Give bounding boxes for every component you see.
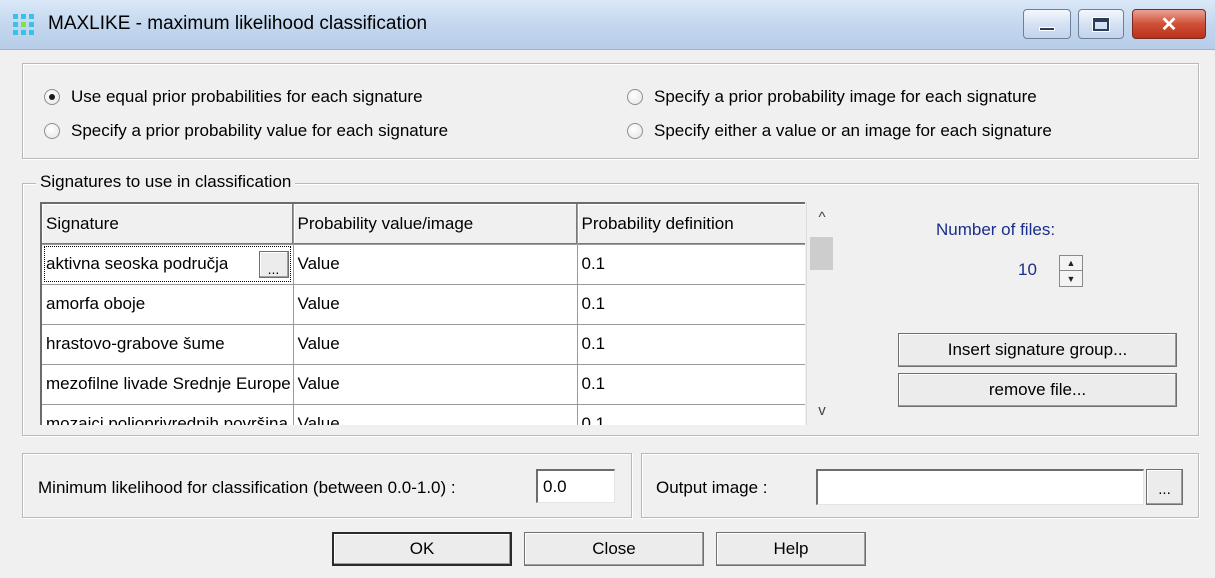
radio-prior-image[interactable]: Specify a prior probability image for ea… xyxy=(627,87,1037,107)
radio-button-selected[interactable] xyxy=(44,89,60,105)
close-icon: ✕ xyxy=(1160,13,1178,36)
prior-options-group xyxy=(22,63,1199,159)
signatures-group-label: Signatures to use in classification xyxy=(36,172,296,192)
scrollbar-thumb[interactable] xyxy=(810,237,833,270)
number-of-files-label: Number of files: xyxy=(936,220,1056,239)
number-of-files-spinner[interactable]: ▲ ▼ xyxy=(1059,255,1083,287)
window-title: MAXLIKE - maximum likelihood classificat… xyxy=(48,13,428,34)
signature-cell[interactable]: hrastovo-grabove šume xyxy=(42,324,294,365)
probability-type-cell[interactable]: Value xyxy=(293,364,578,405)
radio-label: Specify a prior probability value for ea… xyxy=(71,121,449,140)
probability-type-cell[interactable]: Value xyxy=(293,284,578,325)
radio-equal-priors[interactable]: Use equal prior probabilities for each s… xyxy=(44,87,423,107)
output-image-input[interactable] xyxy=(816,469,1144,505)
minimize-icon xyxy=(1039,27,1055,31)
radio-prior-value[interactable]: Specify a prior probability value for ea… xyxy=(44,121,448,141)
title-bar[interactable]: MAXLIKE - maximum likelihood classificat… xyxy=(0,0,1215,50)
table-row[interactable]: amorfa oboje Value 0.1 xyxy=(42,284,805,325)
remove-file-button[interactable]: remove file... xyxy=(898,373,1177,407)
maximize-icon xyxy=(1092,16,1110,32)
radio-value-or-image[interactable]: Specify either a value or an image for e… xyxy=(627,121,1052,141)
close-window-button[interactable]: ✕ xyxy=(1132,9,1206,39)
number-of-files-value: 10 xyxy=(1018,260,1037,279)
table-row[interactable]: hrastovo-grabove šume Value 0.1 xyxy=(42,324,805,365)
table-row[interactable]: mozaici poljoprivrednih površina Value 0… xyxy=(42,404,805,425)
spin-up-icon[interactable]: ▲ xyxy=(1060,256,1082,271)
min-likelihood-input[interactable] xyxy=(536,469,615,503)
min-likelihood-label: Minimum likelihood for classification (b… xyxy=(38,478,456,497)
probability-type-cell[interactable]: Value xyxy=(293,404,578,425)
probability-definition-cell[interactable]: 0.1 xyxy=(577,284,805,325)
signature-cell[interactable]: mozaici poljoprivrednih površina xyxy=(42,404,294,425)
radio-label: Specify either a value or an image for e… xyxy=(654,121,1052,140)
column-header-probability-value[interactable]: Probability value/image xyxy=(293,204,578,245)
probability-definition-cell[interactable]: 0.1 xyxy=(577,404,805,425)
radio-label: Specify a prior probability image for ea… xyxy=(654,87,1037,106)
minimize-button[interactable] xyxy=(1023,9,1071,39)
column-header-signature[interactable]: Signature xyxy=(42,204,294,245)
signature-browse-button[interactable]: ... xyxy=(258,250,289,278)
probability-definition-cell[interactable]: 0.1 xyxy=(577,364,805,405)
scroll-up-arrow-icon[interactable]: ^ xyxy=(807,202,837,232)
insert-signature-group-button[interactable]: Insert signature group... xyxy=(898,333,1177,367)
maximize-button[interactable] xyxy=(1078,9,1124,39)
signatures-table[interactable]: Signature Probability value/image Probab… xyxy=(40,202,805,425)
table-row[interactable]: mezofilne livade Srednje Europe Value 0.… xyxy=(42,364,805,405)
probability-definition-cell[interactable]: 0.1 xyxy=(577,244,805,285)
spin-down-icon[interactable]: ▼ xyxy=(1060,271,1082,286)
signature-cell[interactable]: aktivna seoska područja ... xyxy=(42,244,294,285)
table-row[interactable]: aktivna seoska područja ... Value 0.1 xyxy=(42,244,805,285)
radio-button[interactable] xyxy=(44,123,60,139)
output-browse-button[interactable]: ... xyxy=(1146,469,1183,505)
table-header-row: Signature Probability value/image Probab… xyxy=(42,204,805,245)
output-image-label: Output image : xyxy=(656,478,768,497)
close-button[interactable]: Close xyxy=(524,532,704,566)
scroll-down-arrow-icon[interactable]: v xyxy=(807,395,837,425)
probability-type-cell[interactable]: Value xyxy=(293,324,578,365)
ok-button[interactable]: OK xyxy=(332,532,512,566)
radio-label: Use equal prior probabilities for each s… xyxy=(71,87,423,106)
probability-type-cell[interactable]: Value xyxy=(293,244,578,285)
radio-button[interactable] xyxy=(627,89,643,105)
signature-cell[interactable]: mezofilne livade Srednje Europe xyxy=(42,364,294,405)
table-vertical-scrollbar[interactable]: ^ v xyxy=(806,202,836,425)
app-grid-icon xyxy=(13,14,34,35)
signature-cell[interactable]: amorfa oboje xyxy=(42,284,294,325)
help-button[interactable]: Help xyxy=(716,532,866,566)
radio-button[interactable] xyxy=(627,123,643,139)
signature-name: aktivna seoska područja xyxy=(46,254,229,273)
column-header-probability-definition[interactable]: Probability definition xyxy=(577,204,805,245)
maxlike-dialog: MAXLIKE - maximum likelihood classificat… xyxy=(0,0,1215,578)
probability-definition-cell[interactable]: 0.1 xyxy=(577,324,805,365)
